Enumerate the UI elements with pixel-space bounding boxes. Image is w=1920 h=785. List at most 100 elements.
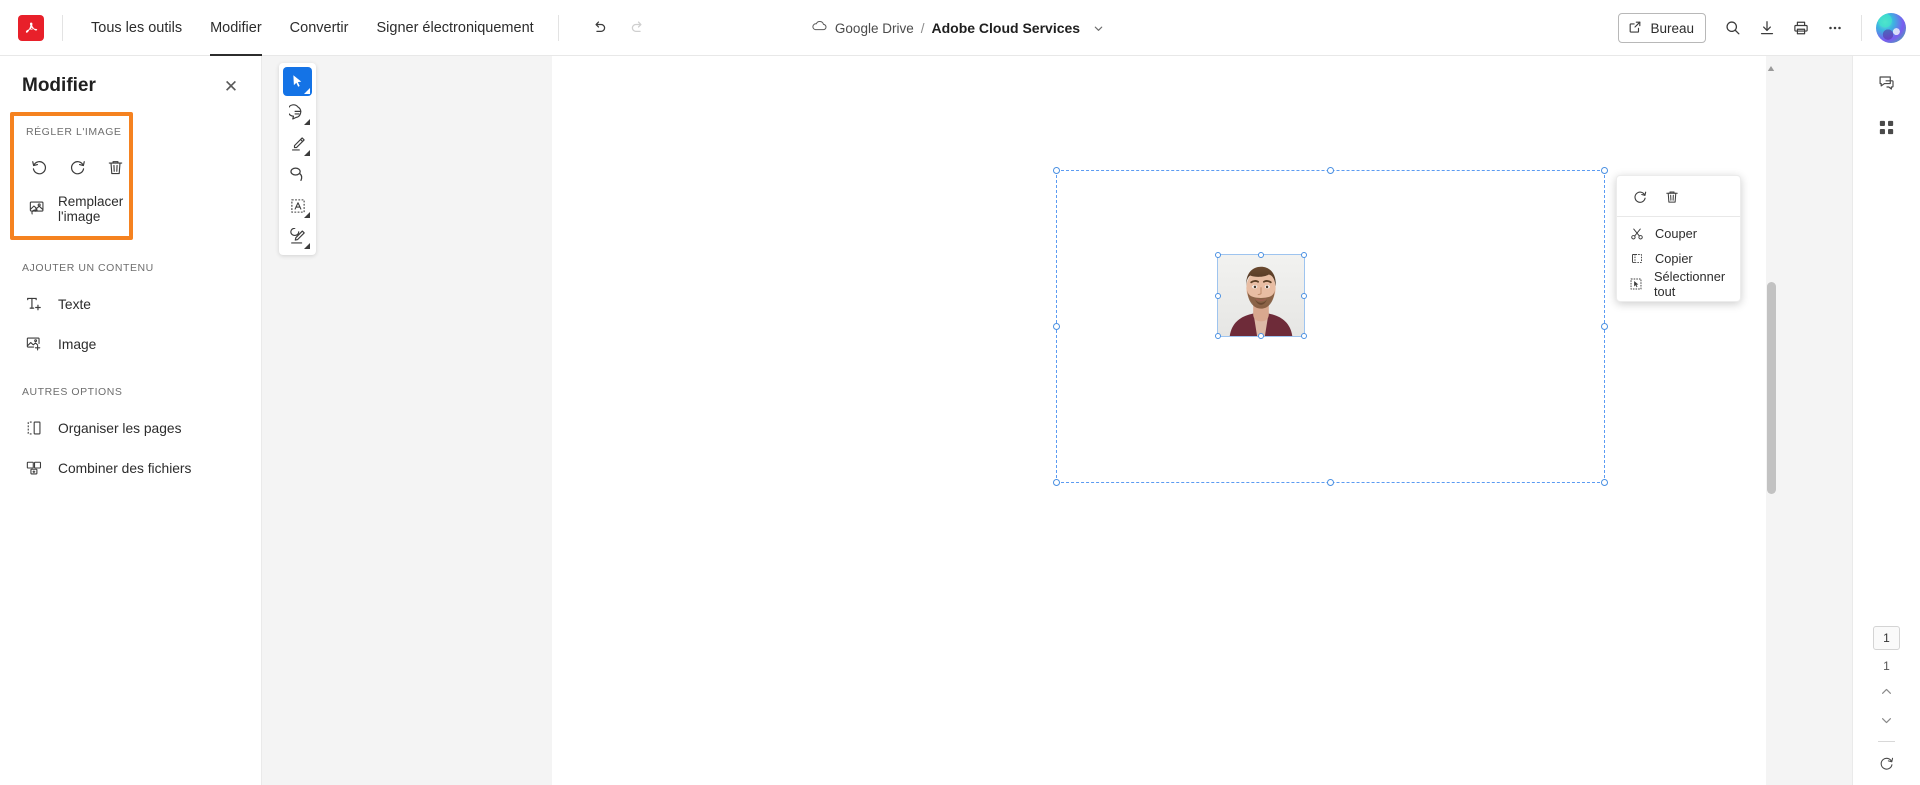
chevron-down-icon[interactable]	[1087, 17, 1109, 39]
nav-label: Signer électroniquement	[376, 19, 534, 36]
page-scrollbar[interactable]	[1766, 56, 1777, 785]
app-logo[interactable]	[0, 14, 62, 41]
desktop-button-label: Bureau	[1650, 20, 1694, 36]
toolbar-divider-3	[1861, 15, 1862, 41]
more-horizontal-icon	[1829, 26, 1841, 30]
trash-icon	[1666, 191, 1678, 203]
adjust-image-label: RÉGLER L'IMAGE	[26, 126, 122, 138]
resize-handle-top-left[interactable]	[1053, 167, 1060, 174]
selection-bounding-box[interactable]	[1053, 167, 1608, 486]
toolbar-divider	[62, 14, 63, 41]
comments-panel-button[interactable]	[1870, 66, 1904, 100]
sidebar-item-combine-files[interactable]: Combiner des fichiers	[0, 448, 261, 488]
search-button[interactable]	[1718, 13, 1748, 43]
image-handle-top-right[interactable]	[1301, 252, 1307, 258]
nav-tab-edit[interactable]: Modifier	[196, 0, 276, 56]
sidebar-item-add-text[interactable]: Texte	[0, 284, 261, 324]
image-handle-bottom-left[interactable]	[1215, 333, 1221, 339]
print-button[interactable]	[1786, 13, 1816, 43]
download-button[interactable]	[1752, 13, 1782, 43]
nav-tab-esign[interactable]: Signer électroniquement	[362, 0, 547, 56]
nav-tab-convert[interactable]: Convertir	[276, 0, 363, 56]
cloud-icon	[811, 19, 828, 38]
other-options-list: Organiser les pages Combiner des fichier…	[0, 398, 261, 488]
image-context-menu: Couper Copier Sélectionner tout	[1616, 175, 1741, 302]
resize-handle-top-center[interactable]	[1326, 167, 1334, 174]
comment-check-icon	[1879, 76, 1894, 90]
context-delete-button[interactable]	[1659, 184, 1685, 210]
nav-tab-all-tools[interactable]: Tous les outils	[77, 0, 196, 56]
context-rotate-button[interactable]	[1627, 184, 1653, 210]
context-menu-divider	[1617, 216, 1740, 217]
rotate-view-button[interactable]	[1873, 750, 1901, 777]
page-title: Modifier	[22, 75, 96, 96]
more-options-button[interactable]	[1820, 13, 1850, 43]
replace-image-label: Remplacer l'image	[58, 194, 124, 224]
nav-label: Convertir	[289, 19, 349, 36]
scroll-up-icon[interactable]	[1767, 60, 1775, 71]
top-right-tools: Bureau	[1618, 0, 1906, 56]
avatar[interactable]	[1876, 13, 1906, 43]
resize-handle-top-right[interactable]	[1601, 167, 1608, 174]
sidebar-item-add-image[interactable]: Image	[0, 324, 261, 364]
next-page-button[interactable]	[1873, 707, 1901, 734]
rotate-left-button[interactable]	[26, 151, 54, 183]
acrobat-window: Tous les outils Modifier Convertir Signe…	[0, 0, 1920, 785]
context-menu-item-copy[interactable]: Copier	[1617, 246, 1740, 271]
image-handle-bottom-center[interactable]	[1258, 333, 1264, 339]
draw-tool[interactable]	[283, 160, 312, 189]
delete-image-button[interactable]	[101, 151, 129, 183]
redo-button[interactable]	[623, 13, 653, 43]
top-toolbar: Tous les outils Modifier Convertir Signe…	[0, 0, 1920, 56]
pdf-page[interactable]: Couper Copier Sélectionner tout	[552, 56, 1777, 785]
context-menu-label: Copier	[1655, 251, 1693, 266]
current-page-input[interactable]: 1	[1873, 626, 1900, 650]
print-icon	[1794, 21, 1808, 35]
breadcrumb-separator: /	[920, 20, 925, 36]
add-content-section: AJOUTER UN CONTENU Texte Image	[0, 240, 261, 364]
edit-text-tool[interactable]	[283, 191, 312, 220]
adjust-image-buttons	[14, 138, 129, 188]
desktop-button[interactable]: Bureau	[1618, 13, 1706, 43]
rotate-right-button[interactable]	[64, 151, 92, 183]
resize-handle-middle-left[interactable]	[1053, 322, 1060, 330]
image-handle-middle-right[interactable]	[1301, 292, 1307, 299]
image-handle-top-center[interactable]	[1258, 252, 1264, 258]
previous-page-button[interactable]	[1873, 678, 1901, 705]
image-handle-top-left[interactable]	[1215, 252, 1221, 258]
sidebar-item-label: Combiner des fichiers	[58, 460, 192, 476]
page-nav-divider	[1878, 741, 1895, 742]
all-tools-grid-button[interactable]	[1870, 110, 1904, 144]
selected-image-object[interactable]	[1215, 252, 1307, 339]
sidebar-item-label: Organiser les pages	[58, 420, 182, 436]
chevron-down-icon	[1881, 718, 1892, 724]
resize-handle-middle-right[interactable]	[1601, 322, 1608, 330]
sign-tool[interactable]	[283, 222, 312, 251]
context-menu-item-select-all[interactable]: Sélectionner tout	[1617, 269, 1740, 299]
add-text-icon	[24, 295, 44, 313]
context-menu-item-cut[interactable]: Couper	[1617, 221, 1740, 246]
image-handle-bottom-right[interactable]	[1301, 333, 1307, 339]
chevron-up-icon	[1881, 688, 1892, 694]
replace-image-button[interactable]: Remplacer l'image	[14, 188, 129, 224]
resize-handle-bottom-center[interactable]	[1326, 479, 1334, 486]
portrait-photo	[1218, 255, 1304, 336]
close-icon[interactable]: ✕	[219, 74, 243, 98]
image-handle-middle-left[interactable]	[1215, 292, 1221, 299]
search-icon	[1726, 21, 1740, 35]
other-options-section: AUTRES OPTIONS Organiser les pages Combi…	[0, 364, 261, 488]
comment-tool[interactable]	[283, 98, 312, 127]
right-rail-buttons	[1853, 56, 1920, 144]
highlight-tool[interactable]	[283, 129, 312, 158]
select-tool[interactable]	[283, 67, 312, 96]
rotate-counterclockwise-icon	[32, 160, 47, 174]
resize-handle-bottom-left[interactable]	[1053, 479, 1060, 486]
sidebar-item-label: Image	[58, 336, 97, 352]
undo-button[interactable]	[585, 13, 615, 43]
adjust-image-section-highlight: RÉGLER L'IMAGE Remplacer l'image	[10, 112, 133, 240]
sidebar-item-organize-pages[interactable]: Organiser les pages	[0, 408, 261, 448]
resize-handle-bottom-right[interactable]	[1601, 479, 1608, 486]
trash-icon	[108, 160, 122, 174]
scrollbar-thumb[interactable]	[1767, 282, 1776, 494]
storage-label[interactable]: Google Drive	[835, 21, 914, 36]
